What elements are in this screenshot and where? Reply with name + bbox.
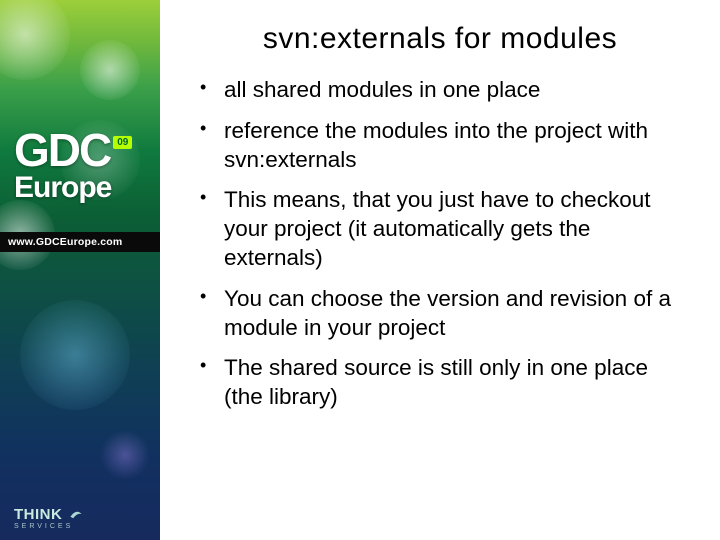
logo-year-badge: 09 — [113, 136, 132, 149]
bullet-item: reference the modules into the project w… — [196, 117, 690, 175]
logo-text-bottom: Europe — [14, 171, 132, 205]
bokeh-decoration — [80, 40, 140, 100]
sidebar-banner: GDC09 Europe www.GDCEurope.com THINK SER… — [0, 0, 160, 540]
footer-brand-text: THINK — [14, 506, 62, 523]
bullet-item: The shared source is still only in one p… — [196, 354, 690, 412]
bullet-item: all shared modules in one place — [196, 76, 690, 105]
event-logo: GDC09 Europe — [14, 130, 132, 205]
bullet-item: This means, that you just have to checko… — [196, 186, 690, 272]
bullet-list: all shared modules in one place referenc… — [190, 76, 690, 412]
bokeh-decoration — [0, 0, 70, 80]
logo-text-top: GDC — [14, 124, 110, 176]
slide-content: svn:externals for modules all shared mod… — [160, 0, 720, 540]
footer-brand-sub: SERVICES — [14, 523, 83, 530]
footer-brand: THINK SERVICES — [14, 507, 83, 530]
bokeh-decoration — [100, 430, 150, 480]
event-url: www.GDCEurope.com — [0, 232, 160, 252]
swoosh-icon — [69, 507, 83, 521]
slide-title: svn:externals for modules — [190, 22, 690, 56]
bokeh-decoration — [20, 300, 130, 410]
slide: GDC09 Europe www.GDCEurope.com THINK SER… — [0, 0, 720, 540]
bullet-item: You can choose the version and revision … — [196, 285, 690, 343]
